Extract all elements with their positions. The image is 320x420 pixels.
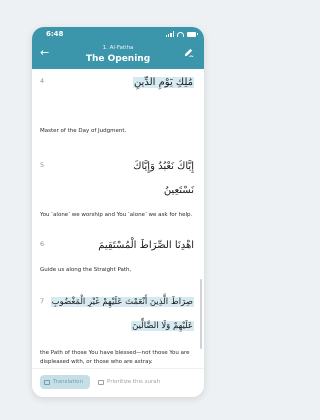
verse-number: 4 — [40, 77, 45, 85]
verse-number: 6 — [40, 240, 45, 248]
status-icons — [165, 30, 198, 38]
verse-number: 5 — [40, 161, 45, 169]
verse-arabic: صِرَاطَ الَّذِينَ أَنْعَمْتَ عَلَيْهِمْ … — [50, 297, 194, 307]
translation-icon — [44, 379, 50, 385]
battery-icon — [187, 31, 198, 37]
verse-arabic: إِيَّاكَ نَعْبُدُ وَإِيَّاكَ — [133, 161, 194, 172]
edit-pen-icon[interactable] — [183, 47, 194, 58]
verse-arabic: مَٰلِكِ يَوْمِ الدِّينِ — [132, 77, 194, 88]
bottom-bar: Translation Prioritize this surah — [32, 368, 204, 397]
verse-arabic-line2: عَلَيْهِمْ وَلَا الضَّالِّينَ — [131, 321, 194, 331]
status-time: 6:48 — [46, 30, 64, 38]
app-header: 6:48 ← 1. Al-Fatiha The Opening — [32, 27, 204, 69]
verse-translation: Master of the Day of Judgment. — [40, 128, 127, 134]
wifi-icon — [177, 31, 184, 37]
verse-translation: Guide us along the Straight Path, — [40, 267, 132, 273]
verse-translation: You ˹alone˺ we worship and You ˹alone˺ w… — [40, 212, 193, 218]
verse-translation: the Path of those You have blessed—not t… — [40, 350, 190, 365]
verse-arabic-line2: نَسْتَعِينُ — [163, 185, 194, 196]
verse-number: 7 — [40, 297, 45, 305]
page-title: The Opening — [85, 54, 151, 64]
verse-arabic: اهْدِنَا الصِّرَاطَ الْمُسْتَقِيمَ — [98, 240, 194, 251]
prioritize-surah-button[interactable]: Prioritize this surah — [98, 375, 160, 389]
signal-icon — [165, 31, 174, 37]
translation-label: Translation — [53, 379, 83, 385]
surah-subtitle: 1. Al-Fatiha — [102, 45, 134, 51]
translation-button[interactable]: Translation — [40, 375, 90, 389]
prioritize-icon — [98, 379, 104, 385]
phone-screen: 6:48 ← 1. Al-Fatiha The Opening 4 مَٰلِك… — [32, 27, 204, 397]
prioritize-label: Prioritize this surah — [107, 379, 161, 385]
scrollbar[interactable] — [200, 279, 202, 349]
verse-list[interactable]: 4 مَٰلِكِ يَوْمِ الدِّينِ Master of the … — [32, 69, 204, 397]
